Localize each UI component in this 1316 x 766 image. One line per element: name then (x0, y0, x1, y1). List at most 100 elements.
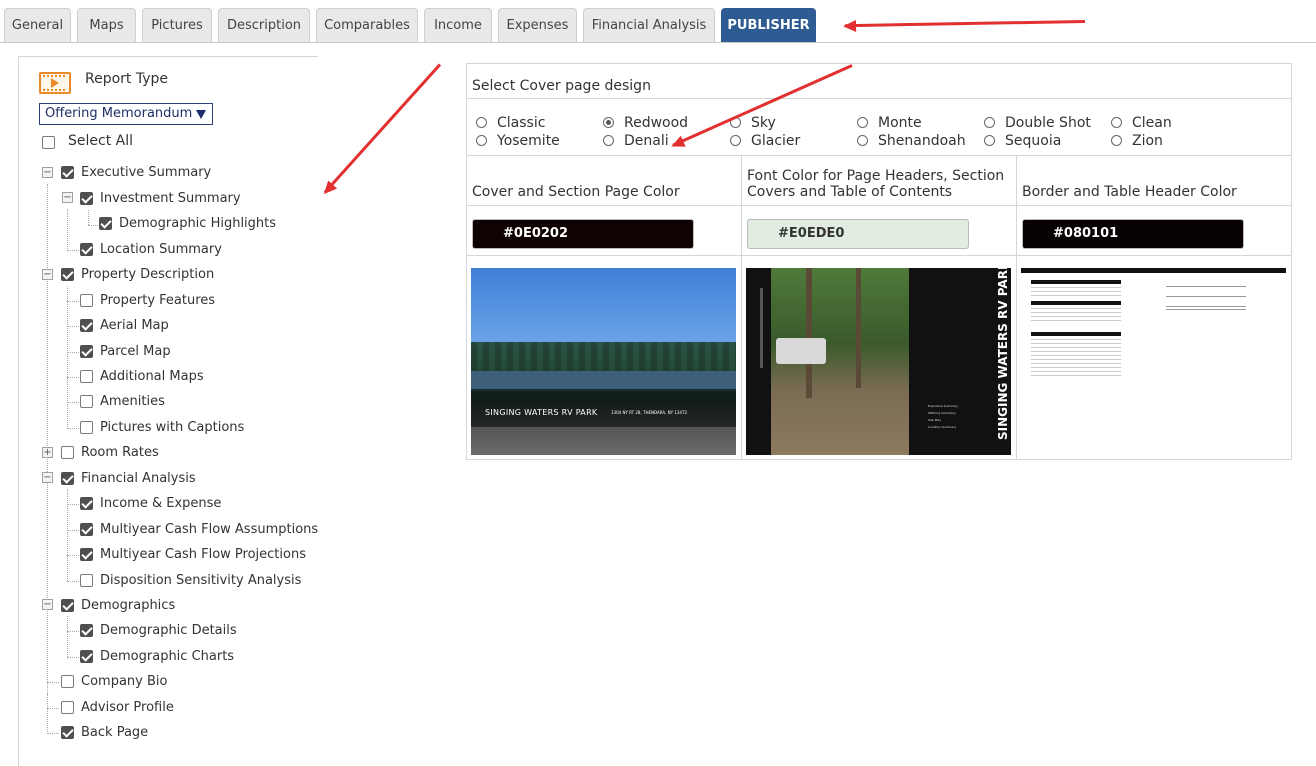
tree-line (67, 377, 79, 378)
checkbox[interactable] (80, 548, 93, 561)
select-all-checkbox[interactable] (42, 136, 55, 149)
tree-line (88, 210, 89, 225)
radio-label: Double Shot (1005, 115, 1091, 131)
radio-sequoia[interactable] (984, 135, 995, 146)
checkbox[interactable] (80, 574, 93, 587)
radio-monte[interactable] (857, 117, 868, 128)
tree-line (67, 352, 79, 353)
expand-toggle-icon[interactable]: − (62, 192, 73, 203)
tree-line (67, 616, 68, 657)
radio-glacier[interactable] (730, 135, 741, 146)
divider (466, 255, 1292, 256)
tree-item-label: Demographics (81, 598, 176, 613)
tab-expenses[interactable]: Expenses (498, 8, 577, 42)
checkbox[interactable] (61, 166, 74, 179)
radio-clean[interactable] (1111, 117, 1122, 128)
tree-line (88, 225, 98, 226)
radio-redwood[interactable] (603, 117, 614, 128)
radio-double-shot[interactable] (984, 117, 995, 128)
checkbox[interactable] (80, 650, 93, 663)
tree-item-label: Demographic Charts (100, 649, 235, 664)
checkbox[interactable] (61, 268, 74, 281)
font-color-label: Font Color for Page Headers, Section Cov… (747, 168, 1005, 200)
tree-line (47, 682, 59, 683)
checkbox[interactable] (80, 497, 93, 510)
tree-item-label: Room Rates (81, 445, 159, 460)
tab-maps[interactable]: Maps (77, 8, 136, 42)
tab-pictures[interactable]: Pictures (142, 8, 212, 42)
report-type-select[interactable]: Offering Memorandum (39, 103, 213, 125)
report-type-label: Report Type (85, 71, 169, 87)
radio-yosemite[interactable] (476, 135, 487, 146)
divider (466, 98, 1292, 99)
checkbox[interactable] (61, 446, 74, 459)
tree-line (67, 504, 79, 505)
tree-item-label: Disposition Sensitivity Analysis (100, 573, 302, 588)
table-page-preview[interactable] (1021, 268, 1286, 455)
checkbox[interactable] (61, 472, 74, 485)
video-icon (39, 72, 71, 94)
expand-toggle-icon[interactable]: − (42, 472, 53, 483)
tree-line (67, 301, 79, 302)
checkbox[interactable] (80, 370, 93, 383)
checkbox[interactable] (80, 624, 93, 637)
checkbox[interactable] (80, 294, 93, 307)
radio-label: Sky (751, 115, 776, 131)
checkbox[interactable] (61, 599, 74, 612)
radio-label: Classic (497, 115, 546, 131)
radio-shenandoah[interactable] (857, 135, 868, 146)
divider (466, 205, 1292, 206)
tree-item-label: Back Page (81, 725, 149, 740)
radio-label: Glacier (751, 133, 801, 149)
denali-cover-preview[interactable]: SINGING WATERS RV PARK Executive Summary… (746, 268, 1011, 455)
tab-description[interactable]: Description (218, 8, 310, 42)
tree-item-label: Financial Analysis (81, 471, 196, 486)
checkbox[interactable] (80, 345, 93, 358)
tree-line (67, 286, 68, 429)
radio-zion[interactable] (1111, 135, 1122, 146)
cover-design-title: Select Cover page design (472, 78, 651, 94)
tree-line (67, 250, 79, 251)
border-color-input[interactable]: #080101 (1022, 219, 1244, 249)
tab-comparables[interactable]: Comparables (316, 8, 418, 42)
checkbox[interactable] (80, 319, 93, 332)
divider (466, 155, 1292, 156)
tree-line (67, 209, 68, 251)
tab-bar: General Maps Pictures Description Compar… (0, 0, 1316, 44)
checkbox[interactable] (80, 395, 93, 408)
tree-line (47, 733, 59, 734)
tree-item-label: Company Bio (81, 674, 168, 689)
tab-general[interactable]: General (4, 8, 71, 42)
radio-denali[interactable] (603, 135, 614, 146)
tree-item-label: Demographic Highlights (119, 216, 277, 231)
checkbox[interactable] (80, 243, 93, 256)
expand-toggle-icon[interactable]: − (42, 599, 53, 610)
radio-classic[interactable] (476, 117, 487, 128)
checkbox[interactable] (61, 675, 74, 688)
cover-color-input[interactable]: #0E0202 (472, 219, 694, 249)
tree-item-label: Pictures with Captions (100, 420, 245, 435)
expand-toggle-icon[interactable]: − (42, 167, 53, 178)
preview-property-name: SINGING WATERS RV PARK (485, 408, 598, 417)
tab-divider (0, 42, 1316, 43)
tab-publisher[interactable]: PUBLISHER (721, 8, 816, 42)
redwood-cover-preview[interactable]: SINGING WATERS RV PARK 1304 NY RT 28, TH… (471, 268, 736, 455)
radio-label: Denali (624, 133, 669, 149)
tree-item-label: Multiyear Cash Flow Projections (100, 547, 306, 562)
expand-toggle-icon[interactable]: + (42, 447, 53, 458)
report-type-value: Offering Memorandum (45, 106, 193, 121)
tree-line (67, 402, 79, 403)
checkbox[interactable] (61, 726, 74, 739)
checkbox[interactable] (80, 421, 93, 434)
expand-toggle-icon[interactable]: − (42, 269, 53, 280)
checkbox[interactable] (80, 523, 93, 536)
checkbox[interactable] (99, 217, 112, 230)
radio-label: Zion (1132, 133, 1163, 149)
radio-label: Monte (878, 115, 922, 131)
checkbox[interactable] (61, 701, 74, 714)
checkbox[interactable] (80, 192, 93, 205)
tree-line (67, 326, 79, 327)
font-color-input[interactable]: #E0EDE0 (747, 219, 969, 249)
tab-financial-analysis[interactable]: Financial Analysis (583, 8, 715, 42)
tab-income[interactable]: Income (424, 8, 492, 42)
